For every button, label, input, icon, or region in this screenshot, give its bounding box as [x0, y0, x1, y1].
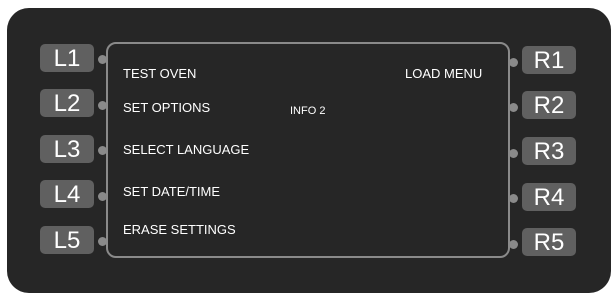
menu-item-select-language[interactable]: SELECT LANGUAGE [123, 142, 249, 157]
connector-pin-r1 [509, 58, 518, 67]
menu-item-erase-settings[interactable]: ERASE SETTINGS [123, 222, 236, 237]
connector-pin-r5 [509, 240, 518, 249]
softkey-l3[interactable]: L3 [40, 135, 94, 163]
softkey-l2[interactable]: L2 [40, 89, 94, 117]
softkey-l5[interactable]: L5 [40, 226, 94, 254]
connector-pin-r3 [509, 149, 518, 158]
connector-pin-l2 [98, 101, 107, 110]
screen-title: INFO 2 [290, 105, 326, 117]
menu-item-set-options[interactable]: SET OPTIONS [123, 100, 210, 115]
menu-item-test-oven[interactable]: TEST OVEN [123, 66, 196, 81]
softkey-l1[interactable]: L1 [40, 44, 94, 72]
softkey-l4[interactable]: L4 [40, 180, 94, 208]
connector-pin-r4 [509, 194, 518, 203]
connector-pin-l1 [98, 55, 107, 64]
softkey-r5[interactable]: R5 [522, 228, 576, 256]
softkey-r4[interactable]: R4 [522, 183, 576, 211]
connector-pin-l5 [98, 237, 107, 246]
softkey-r2[interactable]: R2 [522, 91, 576, 119]
connector-pin-l4 [98, 192, 107, 201]
softkey-r3[interactable]: R3 [522, 137, 576, 165]
menu-item-set-date-time[interactable]: SET DATE/TIME [123, 184, 220, 199]
connector-pin-r2 [509, 103, 518, 112]
connector-pin-l3 [98, 146, 107, 155]
softkey-r1[interactable]: R1 [522, 46, 576, 74]
menu-item-load-menu[interactable]: LOAD MENU [405, 66, 482, 81]
